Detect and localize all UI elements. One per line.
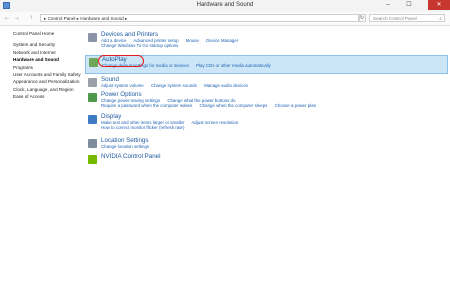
- speaker-icon: [88, 78, 97, 87]
- monitor-icon: [88, 115, 97, 124]
- back-arrow-icon[interactable]: ←: [3, 14, 11, 22]
- minimize-button[interactable]: –: [380, 0, 396, 10]
- close-button[interactable]: ✕: [428, 0, 450, 10]
- sidebar-item-system-security[interactable]: System and Security: [13, 42, 83, 47]
- category-nvidia: NVIDIA Control Panel: [88, 153, 444, 165]
- change-location-link[interactable]: Change location settings: [101, 144, 149, 149]
- address-bar: ← → ↑ ▸ Control Panel ▸ Hardware and Sou…: [0, 12, 450, 26]
- power-options-link[interactable]: Power Options: [101, 91, 444, 98]
- sidebar-item-user-accounts[interactable]: User Accounts and Family Safety: [13, 72, 83, 77]
- display-link[interactable]: Display: [101, 113, 444, 120]
- power-plan-link[interactable]: Choose a power plan: [275, 103, 317, 108]
- sidebar-item-appearance[interactable]: Appearance and Personalization: [13, 79, 83, 84]
- manage-audio-link[interactable]: Manage audio devices: [204, 83, 248, 88]
- category-location: Location Settings Change location settin…: [88, 137, 444, 153]
- sidebar-item-clock-language[interactable]: Clock, Language, and Region: [13, 87, 83, 92]
- location-settings-link[interactable]: Location Settings: [101, 137, 444, 144]
- sidebar-item-hardware-sound[interactable]: Hardware and Sound: [13, 57, 83, 62]
- autoplay-link[interactable]: AutoPlay: [102, 56, 447, 63]
- category-devices-printers: Devices and Printers Add a device Advanc…: [88, 31, 444, 55]
- red-highlight-circle: [98, 55, 144, 67]
- category-display: Display Make text and other items larger…: [88, 113, 444, 137]
- printer-icon: [88, 33, 97, 42]
- search-input[interactable]: Search Control Panel ⌕: [369, 14, 445, 22]
- nvidia-icon: [88, 155, 97, 164]
- category-power-options: Power Options Change power-saving settin…: [88, 91, 444, 113]
- maximize-button[interactable]: ☐: [401, 0, 417, 10]
- category-sound: Sound Adjust system volume Change system…: [88, 76, 444, 91]
- search-placeholder: Search Control Panel: [373, 16, 417, 21]
- sidebar-item-network[interactable]: Network and Internet: [13, 50, 83, 55]
- breadcrumb[interactable]: ▸ Control Panel ▸ Hardware and Sound ▸: [40, 14, 360, 22]
- up-arrow-icon[interactable]: ↑: [27, 14, 35, 22]
- devices-printers-link[interactable]: Devices and Printers: [101, 31, 444, 38]
- main-content: Devices and Printers Add a device Advanc…: [85, 31, 448, 165]
- monitor-flicker-link[interactable]: How to correct monitor flicker (refresh …: [101, 125, 184, 130]
- play-cds-link[interactable]: Play CDs or other media automatically: [196, 63, 271, 68]
- adjust-volume-link[interactable]: Adjust system volume: [101, 83, 144, 88]
- nvidia-control-panel-link[interactable]: NVIDIA Control Panel: [101, 153, 444, 160]
- require-password-link[interactable]: Require a password when the computer wak…: [101, 103, 192, 108]
- device-manager-link[interactable]: Device Manager: [206, 38, 238, 43]
- refresh-icon[interactable]: ↻: [358, 14, 366, 22]
- autoplay-icon: [89, 58, 98, 67]
- computer-sleeps-link[interactable]: Change when the computer sleeps: [200, 103, 268, 108]
- location-icon: [88, 139, 97, 148]
- search-icon: ⌕: [439, 16, 442, 21]
- windows-to-go-link[interactable]: Change Windows To Go startup options: [101, 43, 178, 48]
- screen-resolution-link[interactable]: Adjust screen resolution: [191, 120, 238, 125]
- change-sounds-link[interactable]: Change system sounds: [151, 83, 197, 88]
- sidebar-item-ease-of-access[interactable]: Ease of Access: [13, 94, 83, 99]
- mouse-link[interactable]: Mouse: [186, 38, 199, 43]
- sidebar: Control Panel Home System and Security N…: [13, 31, 83, 102]
- sidebar-item-control-panel-home[interactable]: Control Panel Home: [13, 31, 83, 36]
- forward-arrow-icon[interactable]: →: [13, 14, 21, 22]
- battery-icon: [88, 93, 97, 102]
- sidebar-item-programs[interactable]: Programs: [13, 65, 83, 70]
- sound-link[interactable]: Sound: [101, 76, 444, 83]
